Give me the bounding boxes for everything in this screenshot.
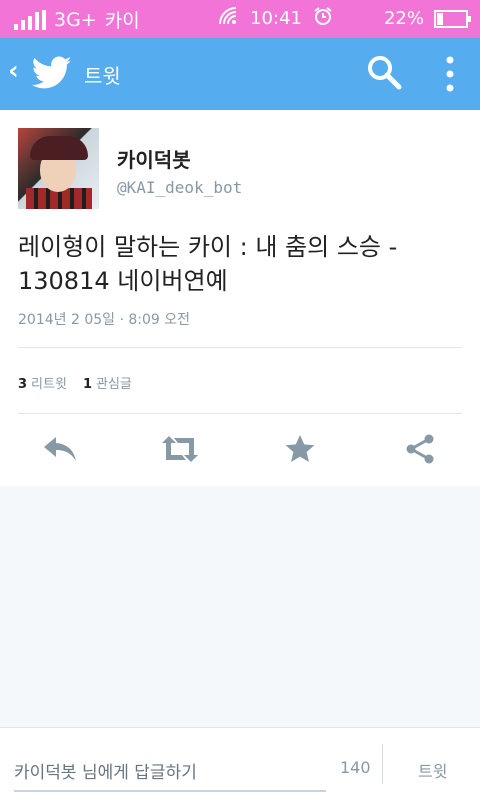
page-title: 트윗 [84, 64, 121, 88]
favorite-stat[interactable]: 1 관심글 [83, 373, 132, 392]
user-handle[interactable]: @KAI_deok_bot [117, 178, 242, 197]
favorite-star-icon[interactable] [284, 433, 316, 469]
avatar[interactable] [18, 128, 99, 209]
app-bar: ‹ 트윗 [0, 38, 480, 110]
battery-icon [434, 9, 471, 28]
reply-composer: 카이덕봇 님에게 답글하기 140 트윗 [0, 727, 480, 801]
char-count: 140 [340, 758, 371, 777]
divider [18, 347, 462, 348]
more-options-icon[interactable] [440, 54, 460, 98]
signal-icon [14, 9, 46, 30]
favorite-stat-label: 관심글 [95, 377, 132, 392]
divider [18, 413, 462, 414]
status-bar: 3G+ 카이 10:41 22% [0, 0, 480, 38]
tweet-text: 레이형이 말하는 카이 : 내 춤의 스승 - 130814 네이버연예 [18, 233, 398, 295]
carrier-name: 카이 [104, 10, 140, 32]
divider [382, 744, 383, 784]
wifi-icon [218, 6, 240, 31]
share-icon[interactable] [404, 433, 436, 469]
battery-percent: 22% [383, 8, 424, 29]
retweet-count: 3 [18, 377, 28, 392]
tweet-stats: 3 리트윗 1 관심글 [18, 373, 132, 392]
network-type: 3G+ [54, 8, 97, 31]
alarm-icon [312, 6, 334, 31]
twitter-bird-icon[interactable] [31, 56, 72, 94]
retweet-stat[interactable]: 3 리트윗 [18, 373, 67, 392]
tweet-detail: 카이덕봇 @KAI_deok_bot 레이형이 말하는 카이 : 내 춤의 스승… [0, 110, 480, 486]
reply-icon[interactable] [42, 433, 78, 469]
tweet-timestamp: 2014년 2 05일 · 8:09 오전 [18, 312, 191, 328]
reply-input[interactable]: 카이덕봇 님에게 답글하기 [14, 756, 326, 792]
retweet-stat-label: 리트윗 [31, 377, 67, 392]
user-name[interactable]: 카이덕봇 [117, 144, 191, 173]
clock-time: 10:41 [250, 8, 302, 29]
tweet-send-button[interactable]: 트윗 [418, 758, 447, 782]
retweet-icon[interactable] [160, 433, 200, 469]
search-icon[interactable] [366, 54, 402, 94]
favorite-count: 1 [82, 377, 92, 392]
back-icon[interactable]: ‹ [8, 56, 19, 86]
